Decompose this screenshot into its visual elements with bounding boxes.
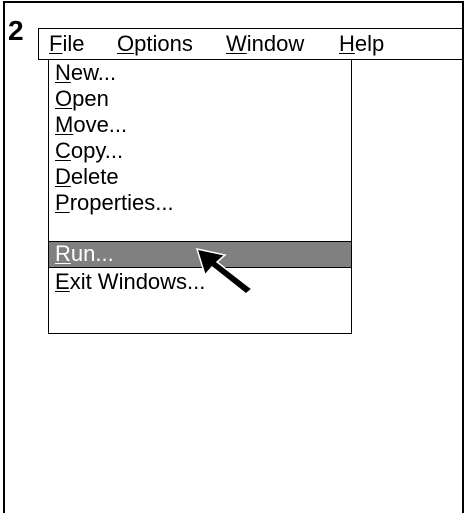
menu-item-copy[interactable]: Copy... xyxy=(49,138,351,165)
menu-item-mnemonic: O xyxy=(55,86,73,111)
arrow-cursor-icon xyxy=(195,247,254,295)
menu-item-mnemonic: D xyxy=(55,164,71,189)
menu-file-label: ile xyxy=(62,31,85,56)
menu-item-label: ove... xyxy=(73,112,128,137)
menu-options-label: ptions xyxy=(134,31,193,56)
menu-bar: File Options Window Help xyxy=(38,28,462,60)
menu-help-label: elp xyxy=(354,31,385,56)
menu-item-label: opy... xyxy=(70,138,124,163)
menu-item-mnemonic: N xyxy=(55,60,71,85)
menu-window-mnemonic: W xyxy=(226,31,247,56)
menu-options[interactable]: Options xyxy=(117,31,193,57)
menu-file[interactable]: File xyxy=(49,31,84,57)
menu-item-label: xit Windows... xyxy=(69,269,206,294)
menu-help[interactable]: Help xyxy=(339,31,384,57)
step-number: 2 xyxy=(8,15,24,46)
menu-item-new[interactable]: New... xyxy=(49,60,351,87)
menu-item-properties[interactable]: Properties... xyxy=(49,190,351,217)
menu-options-mnemonic: O xyxy=(117,31,135,56)
menu-item-mnemonic: R xyxy=(55,241,71,266)
menu-item-label: elete xyxy=(70,164,119,189)
menu-item-mnemonic: E xyxy=(55,269,70,294)
menu-item-label: roperties... xyxy=(69,190,174,215)
menu-item-mnemonic: C xyxy=(55,138,71,163)
menu-window[interactable]: Window xyxy=(226,31,304,57)
menu-file-mnemonic: F xyxy=(49,31,63,56)
menu-item-open[interactable]: Open xyxy=(49,86,351,113)
menu-item-mnemonic: M xyxy=(55,112,74,137)
menu-item-mnemonic: P xyxy=(55,190,70,215)
menu-item-label: un... xyxy=(70,241,114,266)
menu-help-mnemonic: H xyxy=(339,31,355,56)
menu-item-label: pen xyxy=(72,86,109,111)
menu-item-move[interactable]: Move... xyxy=(49,112,351,139)
menu-window-label: indow xyxy=(246,31,305,56)
menu-item-label: ew... xyxy=(70,60,117,85)
menu-item-delete[interactable]: Delete xyxy=(49,164,351,191)
